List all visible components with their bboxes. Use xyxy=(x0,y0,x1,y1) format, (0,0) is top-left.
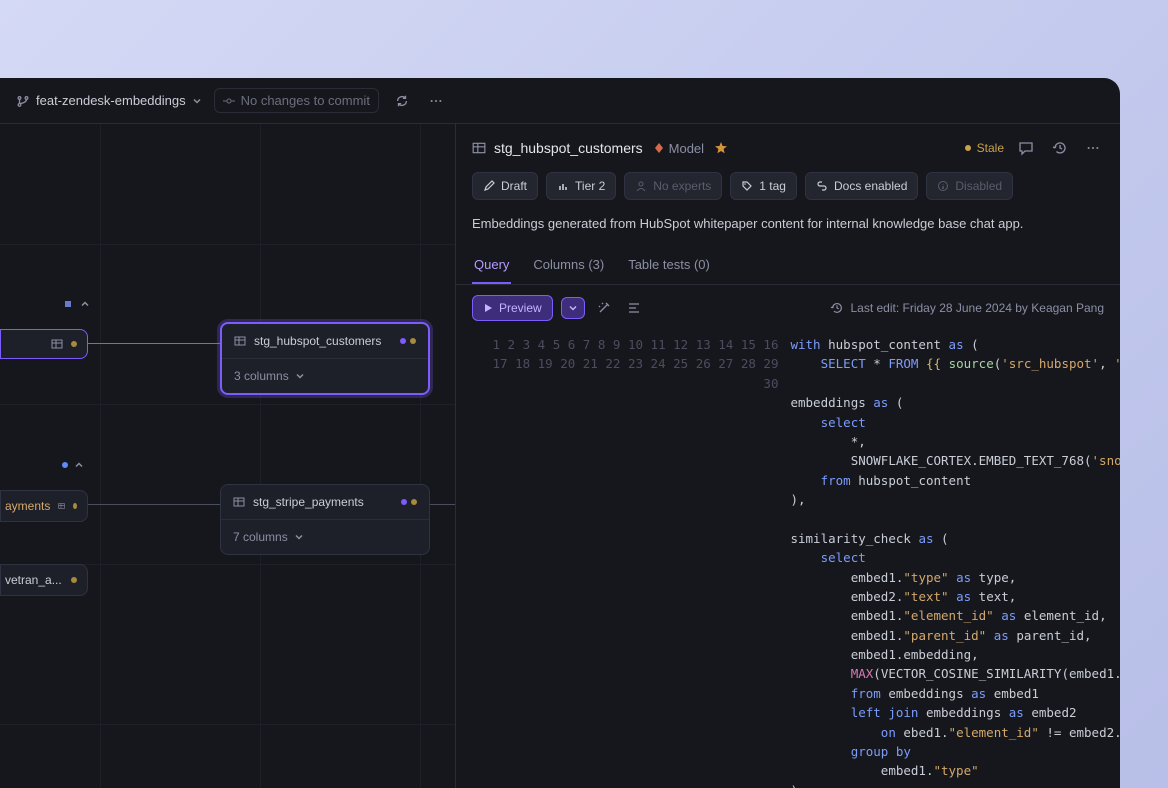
docs-pill[interactable]: Docs enabled xyxy=(805,172,918,200)
top-toolbar: feat-zendesk-embeddings No changes to co… xyxy=(0,78,1120,124)
table-icon xyxy=(233,496,245,508)
status-dot-icon xyxy=(71,341,77,347)
preview-button[interactable]: Preview xyxy=(472,295,553,321)
detail-header: stg_hubspot_customers Model Stale xyxy=(456,124,1120,172)
code-editor[interactable]: 1 2 3 4 5 6 7 8 9 10 11 12 13 14 15 16 1… xyxy=(456,331,1120,788)
model-badge: Model xyxy=(653,141,704,156)
canvas-grid xyxy=(0,124,455,788)
tag-pill[interactable]: 1 tag xyxy=(730,172,797,200)
last-edit-info: Last edit: Friday 28 June 2024 by Keagan… xyxy=(830,301,1104,315)
status-dot-icon xyxy=(71,577,77,583)
node-header: stg_hubspot_customers xyxy=(222,324,428,358)
refresh-button[interactable] xyxy=(391,90,413,112)
star-icon[interactable] xyxy=(714,141,728,155)
node-columns-toggle[interactable]: 3 columns xyxy=(222,358,428,393)
preview-dropdown[interactable] xyxy=(561,297,585,319)
git-branch-icon xyxy=(16,94,30,108)
link-icon xyxy=(816,180,828,192)
lineage-node-stripe[interactable]: stg_stripe_payments 7 columns xyxy=(220,484,430,555)
status-dot-icon xyxy=(410,338,416,344)
user-icon xyxy=(635,180,647,192)
editor-toolbar: Preview Last edit: Friday 28 June 2024 b… xyxy=(456,285,1120,331)
chevron-down-icon xyxy=(192,96,202,106)
lineage-canvas[interactable]: ayments vetran_a... stg_hubspot_customer… xyxy=(0,124,455,788)
table-icon xyxy=(234,335,246,347)
meta-pills: Draft Tier 2 No experts 1 tag Docs enabl… xyxy=(456,172,1120,212)
draft-pill[interactable]: Draft xyxy=(472,172,538,200)
status-dot-icon xyxy=(400,338,406,344)
app-window: feat-zendesk-embeddings No changes to co… xyxy=(0,78,1120,788)
comment-button[interactable] xyxy=(1014,136,1038,160)
code-content: with hubspot_content as ( SELECT * FROM … xyxy=(790,335,1120,788)
status-dot-icon xyxy=(411,499,417,505)
tab-query[interactable]: Query xyxy=(472,247,511,284)
lineage-node-partial[interactable]: vetran_a... xyxy=(0,564,88,596)
table-icon xyxy=(51,338,63,350)
history-button[interactable] xyxy=(1048,136,1072,160)
line-gutter: 1 2 3 4 5 6 7 8 9 10 11 12 13 14 15 16 1… xyxy=(464,335,790,788)
model-icon xyxy=(653,142,665,154)
play-icon xyxy=(483,303,493,313)
canvas-collapse-toggle[interactable] xyxy=(58,458,88,472)
chevron-up-icon xyxy=(80,299,90,309)
chevron-up-icon xyxy=(74,460,84,470)
status-dot-icon xyxy=(62,462,68,468)
status-dot-icon xyxy=(73,503,77,509)
node-columns-toggle[interactable]: 7 columns xyxy=(221,519,429,554)
history-icon xyxy=(830,301,844,315)
chevron-down-icon xyxy=(568,303,578,313)
commit-icon xyxy=(223,95,235,107)
detail-panel: stg_hubspot_customers Model Stale xyxy=(455,124,1120,788)
commit-status: No changes to commit xyxy=(214,88,379,113)
branch-name: feat-zendesk-embeddings xyxy=(36,93,186,108)
branch-selector[interactable]: feat-zendesk-embeddings xyxy=(16,93,202,108)
more-menu-button[interactable] xyxy=(425,90,447,112)
tab-columns[interactable]: Columns (3) xyxy=(531,247,606,284)
more-menu-button[interactable] xyxy=(1082,137,1104,159)
bars-icon xyxy=(557,180,569,192)
source-icon xyxy=(62,298,74,310)
main-split: ayments vetran_a... stg_hubspot_customer… xyxy=(0,124,1120,788)
edge xyxy=(88,343,220,344)
experts-pill[interactable]: No experts xyxy=(624,172,722,200)
tab-table-tests[interactable]: Table tests (0) xyxy=(626,247,712,284)
pencil-icon xyxy=(483,180,495,192)
table-icon xyxy=(472,141,486,155)
edge xyxy=(430,504,455,505)
tag-icon xyxy=(741,180,753,192)
lineage-node-partial[interactable]: ayments xyxy=(0,490,88,522)
lineage-node-partial[interactable] xyxy=(0,329,88,359)
model-description: Embeddings generated from HubSpot whitep… xyxy=(456,212,1120,247)
stale-status: Stale xyxy=(965,141,1004,155)
edge xyxy=(88,504,220,505)
disabled-pill[interactable]: Disabled xyxy=(926,172,1013,200)
lineage-node-hubspot[interactable]: stg_hubspot_customers 3 columns xyxy=(220,322,430,395)
info-icon xyxy=(937,180,949,192)
status-dot-icon xyxy=(965,145,971,151)
detail-title: stg_hubspot_customers xyxy=(472,140,643,156)
chevron-down-icon xyxy=(295,371,305,381)
status-dot-icon xyxy=(401,499,407,505)
format-button[interactable] xyxy=(623,297,645,319)
wand-button[interactable] xyxy=(593,297,615,319)
detail-tabs: Query Columns (3) Table tests (0) xyxy=(456,247,1120,285)
tier-pill[interactable]: Tier 2 xyxy=(546,172,616,200)
chevron-down-icon xyxy=(294,532,304,542)
canvas-collapse-toggle[interactable] xyxy=(58,296,94,312)
table-icon xyxy=(58,500,65,512)
node-header: stg_stripe_payments xyxy=(221,485,429,519)
